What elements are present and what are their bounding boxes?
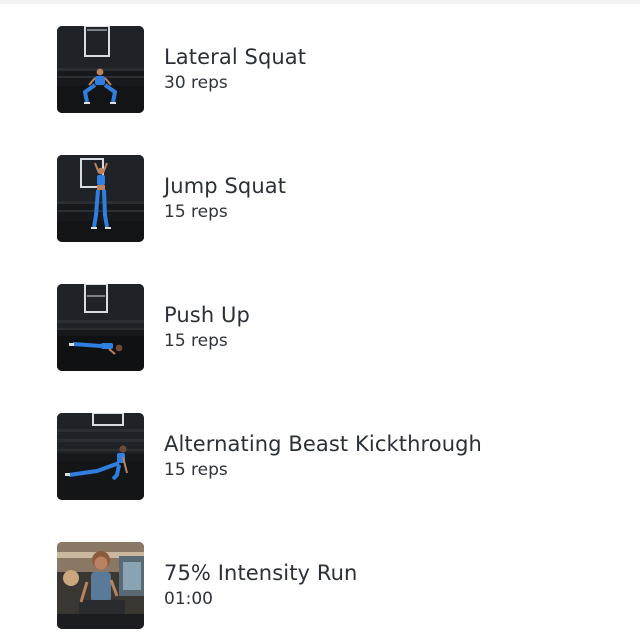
- exercise-reps: 15 reps: [164, 460, 228, 480]
- exercise-list: Lateral Squat 30 reps Jump Squat 15 reps…: [57, 25, 617, 640]
- workout-screen: Lateral Squat 30 reps Jump Squat 15 reps…: [0, 0, 640, 640]
- exercise-texts: Jump Squat 15 reps: [164, 172, 286, 224]
- jump-squat-image: [57, 154, 144, 242]
- exercise-item-push-up[interactable]: Push Up 15 reps: [57, 283, 617, 371]
- exercise-thumbnail: [57, 154, 144, 242]
- exercise-item-intensity-run[interactable]: 75% Intensity Run 01:00: [57, 541, 617, 629]
- exercise-duration: 01:00: [164, 589, 213, 609]
- exercise-reps: 15 reps: [164, 202, 228, 222]
- top-divider: [0, 0, 640, 4]
- lateral-squat-image: [57, 25, 144, 113]
- exercise-reps: 15 reps: [164, 331, 228, 351]
- exercise-item-lateral-squat[interactable]: Lateral Squat 30 reps: [57, 25, 617, 113]
- exercise-thumbnail: [57, 412, 144, 500]
- treadmill-run-image: [57, 541, 144, 629]
- exercise-thumbnail: [57, 283, 144, 371]
- exercise-item-beast-kickthrough[interactable]: Alternating Beast Kickthrough 15 reps: [57, 412, 617, 500]
- exercise-thumbnail: [57, 25, 144, 113]
- exercise-thumbnail: [57, 541, 144, 629]
- exercise-texts: Push Up 15 reps: [164, 301, 250, 353]
- push-up-image: [57, 283, 144, 371]
- exercise-texts: Lateral Squat 30 reps: [164, 43, 306, 95]
- exercise-name: Jump Squat: [164, 174, 287, 198]
- exercise-item-jump-squat[interactable]: Jump Squat 15 reps: [57, 154, 617, 242]
- exercise-name: Lateral Squat: [164, 45, 307, 69]
- exercise-texts: 75% Intensity Run 01:00: [164, 559, 357, 611]
- exercise-name: Alternating Beast Kickthrough: [164, 432, 482, 456]
- exercise-name: Push Up: [164, 303, 250, 327]
- exercise-reps: 30 reps: [164, 73, 228, 93]
- exercise-texts: Alternating Beast Kickthrough 15 reps: [164, 430, 482, 482]
- beast-kickthrough-image: [57, 412, 144, 500]
- exercise-name: 75% Intensity Run: [164, 561, 358, 585]
